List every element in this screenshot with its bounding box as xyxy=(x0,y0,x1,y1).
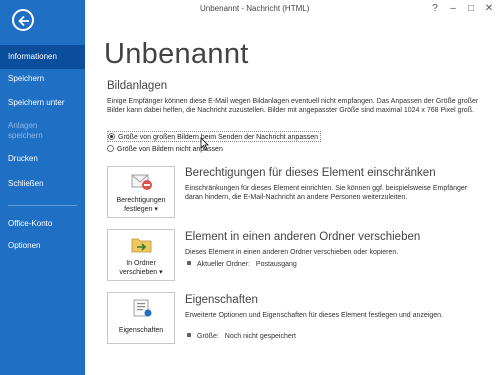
properties-heading: Eigenschaften xyxy=(185,294,258,306)
properties-icon xyxy=(133,299,152,317)
move-description: Dieses Element in einen anderen Ordner v… xyxy=(185,249,399,256)
page-title: Unbenannt xyxy=(104,38,249,70)
attachments-heading: Bildanlagen xyxy=(107,80,168,92)
move-heading: Element in einen anderen Ordner verschie… xyxy=(185,231,421,243)
set-permissions-button[interactable]: Berechtigungen festlegen ▾ xyxy=(107,166,175,218)
set-permissions-label-line2: festlegen ▾ xyxy=(124,206,158,213)
current-folder-value: Postausgang xyxy=(255,261,297,268)
restore-button[interactable]: □ xyxy=(463,2,479,16)
attachments-description: Einige Empfänger können diese E-Mail weg… xyxy=(107,98,479,114)
permissions-description: Einschränkungen für dieses Element einri… xyxy=(185,185,468,201)
radio-unchecked-icon[interactable] xyxy=(107,145,114,152)
current-folder-row: Aktueller Ordner: Postausgang xyxy=(187,260,297,269)
sidebar-item-drucken[interactable]: Drucken xyxy=(0,147,85,171)
sidebar-item-schliessen[interactable]: Schließen xyxy=(0,172,85,196)
backstage-sidebar: Informationen Speichern Speichern unter … xyxy=(0,0,85,375)
sidebar-divider xyxy=(8,205,77,206)
size-label: Größe: xyxy=(197,333,219,340)
sidebar-item-informationen[interactable]: Informationen xyxy=(0,45,85,69)
envelope-restrict-icon xyxy=(131,174,152,190)
properties-description: Erweiterte Optionen und Eigenschaften fü… xyxy=(185,312,443,319)
window-title: Unbenannt - Nachricht (HTML) xyxy=(200,4,310,13)
sidebar-item-office-konto[interactable]: Office-Konto xyxy=(0,212,85,236)
folder-move-icon xyxy=(131,238,152,253)
move-to-folder-label-line2: verschieben ▾ xyxy=(119,269,163,276)
current-folder-label: Aktueller Ordner: xyxy=(197,261,250,268)
properties-button[interactable]: Eigenschaften xyxy=(107,292,175,344)
size-value: Noch nicht gespeichert xyxy=(224,333,297,340)
size-row: Größe: Noch nicht gespeichert xyxy=(187,332,296,341)
set-permissions-label-line1: Berechtigungen xyxy=(116,197,166,204)
sidebar-item-speichern-unter[interactable]: Speichern unter xyxy=(0,91,85,115)
radio-checked-icon[interactable] xyxy=(108,133,115,140)
sidebar-item-anlagen-speichern: Anlagen speichern xyxy=(8,121,43,140)
back-arrow-icon[interactable] xyxy=(12,9,34,31)
permissions-heading: Berechtigungen für dieses Element einsch… xyxy=(185,167,436,179)
radio-resize-images[interactable]: Größe von großen Bildern beim Senden der… xyxy=(107,131,321,142)
move-to-folder-label-line1: In Ordner xyxy=(126,260,156,267)
close-button[interactable]: ✕ xyxy=(481,2,497,16)
move-to-folder-button[interactable]: In Ordner verschieben ▾ xyxy=(107,229,175,281)
radio-resize-images-label: Größe von großen Bildern beim Senden der… xyxy=(118,134,318,141)
sidebar-item-optionen[interactable]: Optionen xyxy=(0,234,85,258)
properties-label: Eigenschaften xyxy=(118,327,164,334)
mouse-cursor-icon xyxy=(200,137,209,150)
minimize-button[interactable]: – xyxy=(445,2,461,16)
help-button[interactable]: ? xyxy=(427,2,443,16)
bullet-icon xyxy=(187,333,191,337)
bullet-icon xyxy=(187,261,191,265)
sidebar-item-speichern[interactable]: Speichern xyxy=(0,67,85,91)
